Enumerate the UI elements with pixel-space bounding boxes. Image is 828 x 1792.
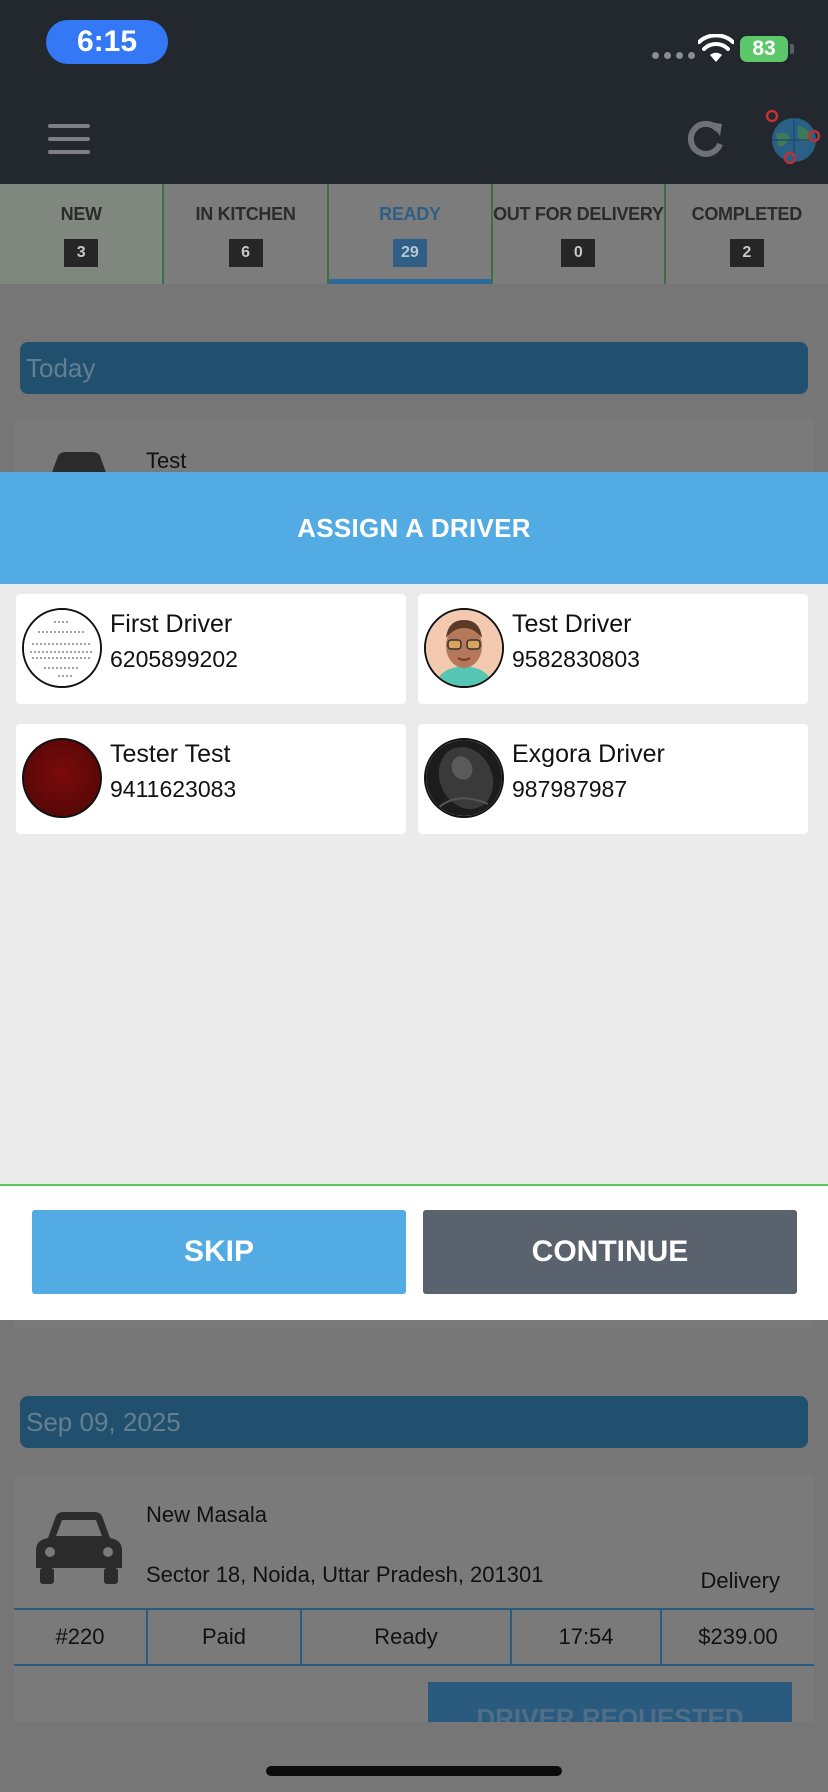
assign-driver-modal: ASSIGN A DRIVER First Driver 6205899202 … [0, 472, 828, 1320]
globe-map-icon[interactable] [764, 108, 820, 164]
tab-new[interactable]: NEW 3 [0, 184, 165, 284]
order-summary-row: #220 Paid Ready 17:54 $239.00 [14, 1608, 814, 1666]
refresh-icon[interactable] [686, 118, 726, 158]
driver-avatar [424, 738, 504, 818]
modal-title: ASSIGN A DRIVER [0, 472, 828, 584]
home-indicator [266, 1766, 562, 1776]
driver-card-first-driver[interactable]: First Driver 6205899202 [16, 594, 406, 704]
driver-name: Exgora Driver [512, 740, 665, 768]
order-address: Sector 18, Noida, Uttar Pradesh, 201301 [146, 1562, 544, 1587]
driver-phone: 9582830803 [512, 646, 640, 672]
tab-label: COMPLETED [691, 204, 803, 224]
cellular-signal-icon [652, 52, 695, 59]
tab-count-badge: 6 [228, 239, 263, 267]
driver-list: First Driver 6205899202 Test Driver 9582… [16, 594, 812, 834]
tab-count-badge: 29 [392, 239, 427, 267]
computer-mouse-avatar-image [426, 740, 502, 816]
car-icon [36, 1512, 122, 1584]
section-header-today: Today [20, 342, 808, 394]
cartoon-person-avatar-image [426, 610, 502, 686]
order-status: Ready [302, 1610, 512, 1664]
driver-phone: 987987987 [512, 776, 628, 802]
tab-label: READY [379, 204, 441, 224]
section-header-date: Sep 09, 2025 [20, 1396, 808, 1448]
wifi-icon [698, 34, 734, 62]
driver-avatar [424, 608, 504, 688]
battery-tip [790, 44, 794, 54]
tab-ready[interactable]: READY 29 [328, 184, 494, 284]
driver-requested-button[interactable]: DRIVER REQUESTED [428, 1682, 792, 1724]
status-time: 6:15 [46, 20, 168, 64]
tab-in-kitchen[interactable]: IN KITCHEN 6 [164, 184, 329, 284]
order-type: Delivery [700, 1568, 780, 1593]
order-card[interactable]: New Masala Sector 18, Noida, Uttar Prade… [14, 1474, 814, 1724]
tab-label: NEW [60, 204, 102, 224]
tab-count-badge: 0 [561, 239, 596, 267]
document-scan-avatar-image [24, 610, 100, 686]
app-header [0, 90, 828, 184]
order-customer-name: Test [146, 448, 187, 473]
driver-card-exgora-driver[interactable]: Exgora Driver 987987987 [418, 724, 808, 834]
tab-count-badge: 2 [729, 239, 764, 267]
continue-button[interactable]: CONTINUE [423, 1210, 797, 1294]
driver-card-test-driver[interactable]: Test Driver 9582830803 [418, 594, 808, 704]
tab-completed[interactable]: COMPLETED 2 [666, 184, 828, 284]
order-time: 17:54 [512, 1610, 662, 1664]
driver-avatar [22, 738, 102, 818]
tab-label: OUT FOR DELIVERY [493, 204, 664, 224]
order-customer-name: New Masala [146, 1502, 268, 1527]
skip-button[interactable]: SKIP [32, 1210, 406, 1294]
driver-phone: 9411623083 [110, 776, 237, 802]
driver-name: First Driver [110, 610, 233, 638]
order-total: $239.00 [698, 1624, 778, 1649]
driver-phone: 6205899202 [110, 646, 238, 672]
driver-card-tester-test[interactable]: Tester Test 9411623083 [16, 724, 406, 834]
tab-out-for-delivery[interactable]: OUT FOR DELIVERY 0 [493, 184, 666, 284]
order-status-tabs: NEW 3 IN KITCHEN 6 READY 29 OUT FOR DELI… [0, 184, 828, 284]
tab-count-badge: 3 [64, 239, 99, 267]
modal-footer: SKIP CONTINUE [0, 1184, 828, 1320]
payment-status: Paid [148, 1610, 302, 1664]
bottom-safe-area [0, 1722, 828, 1792]
tab-label: IN KITCHEN [195, 204, 296, 224]
battery-indicator: 83 [740, 36, 788, 62]
status-bar: 6:15 83 [0, 0, 828, 90]
order-number: #220 [14, 1610, 148, 1664]
driver-name: Tester Test [110, 740, 231, 768]
hamburger-menu-icon[interactable] [48, 124, 90, 154]
driver-avatar [22, 608, 102, 688]
driver-name: Test Driver [512, 610, 632, 638]
